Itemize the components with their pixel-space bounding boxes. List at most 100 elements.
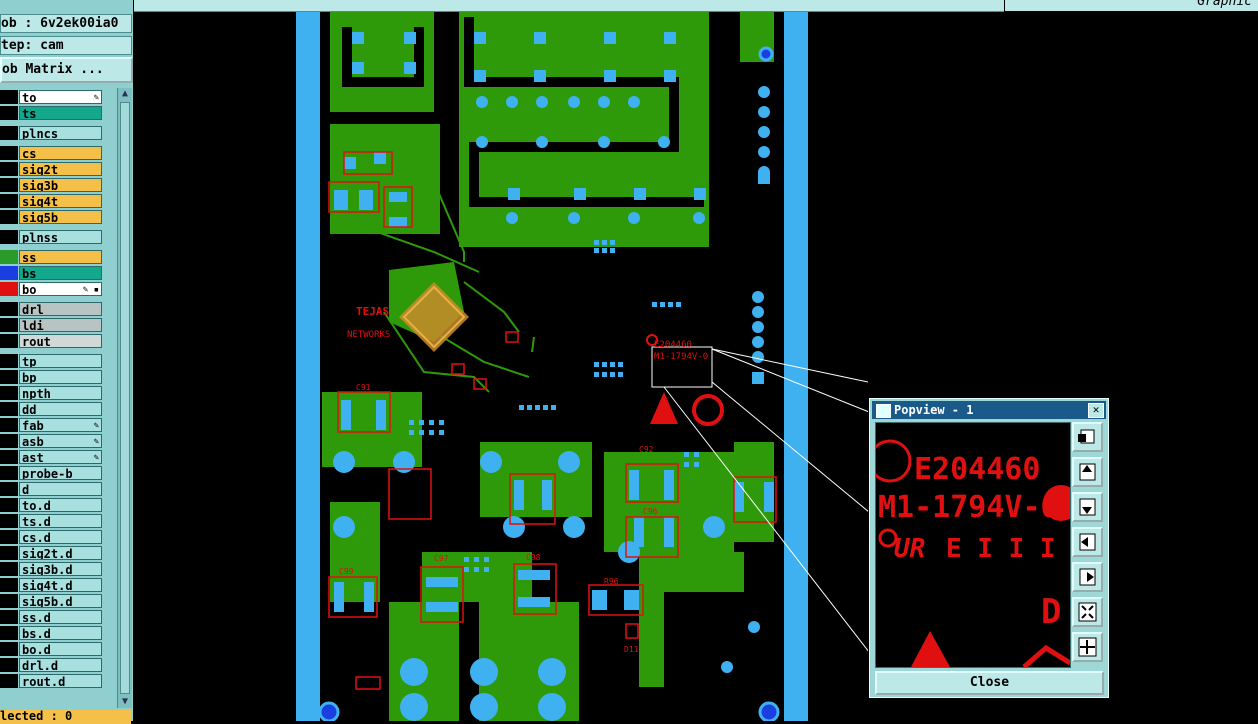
layer-name[interactable]: sig2t xyxy=(19,162,102,176)
pan-left-icon[interactable] xyxy=(1072,527,1103,557)
layer-color-swatch[interactable] xyxy=(0,318,18,332)
layer-color-swatch[interactable] xyxy=(0,546,18,560)
layer-row-plncs[interactable]: plncs xyxy=(0,126,104,140)
layer-row-plnss[interactable]: plnss xyxy=(0,230,104,244)
layer-color-swatch[interactable] xyxy=(0,466,18,480)
scroll-down-icon[interactable]: ▼ xyxy=(119,696,131,708)
layer-name[interactable]: sig3b xyxy=(19,178,102,192)
close-button[interactable]: Close xyxy=(875,671,1104,695)
close-icon[interactable]: ✕ xyxy=(1088,403,1104,418)
layer-name[interactable]: tp xyxy=(19,354,102,368)
layer-row-to-d[interactable]: to.d xyxy=(0,498,104,512)
layer-color-swatch[interactable] xyxy=(0,334,18,348)
layer-row-bs-d[interactable]: bs.d xyxy=(0,626,104,640)
layer-color-swatch[interactable] xyxy=(0,610,18,624)
pan-up-icon[interactable] xyxy=(1072,457,1103,487)
layer-name[interactable]: sig2t.d xyxy=(19,546,102,560)
layer-color-swatch[interactable] xyxy=(0,146,18,160)
layer-color-swatch[interactable] xyxy=(0,434,18,448)
layer-name[interactable]: drl xyxy=(19,302,102,316)
scroll-thumb[interactable] xyxy=(120,102,130,694)
layer-color-swatch[interactable] xyxy=(0,642,18,656)
layer-name[interactable]: sig4t xyxy=(19,194,102,208)
layer-color-swatch[interactable] xyxy=(0,482,18,496)
layer-row-ss[interactable]: ss xyxy=(0,250,104,264)
layer-color-swatch[interactable] xyxy=(0,418,18,432)
layer-row-npth[interactable]: npth xyxy=(0,386,104,400)
layer-color-swatch[interactable] xyxy=(0,106,18,120)
layer-color-swatch[interactable] xyxy=(0,354,18,368)
layer-row-fab[interactable]: fab ✎ xyxy=(0,418,104,432)
layer-color-swatch[interactable] xyxy=(0,90,18,104)
layer-name[interactable]: drl.d xyxy=(19,658,102,672)
layer-row-sig5b-d[interactable]: sig5b.d xyxy=(0,594,104,608)
layer-row-cs[interactable]: cs xyxy=(0,146,104,160)
layer-name[interactable]: ldi xyxy=(19,318,102,332)
layer-row-dd[interactable]: dd xyxy=(0,402,104,416)
layer-name[interactable]: ts.d xyxy=(19,514,102,528)
layer-row-to[interactable]: to ✎ xyxy=(0,90,104,104)
layer-list-scrollbar[interactable]: ▲ ▼ xyxy=(117,88,132,708)
layer-row-sig2t-d[interactable]: sig2t.d xyxy=(0,546,104,560)
pan-right-icon[interactable] xyxy=(1072,562,1103,592)
layer-row-sig5b[interactable]: sig5b xyxy=(0,210,104,224)
layer-color-swatch[interactable] xyxy=(0,126,18,140)
pcb-canvas[interactable]: C91 C92 C96 C97 C98 C99 R96 D11 TEJAS NE… xyxy=(134,12,868,721)
layer-color-swatch[interactable] xyxy=(0,498,18,512)
layer-color-swatch[interactable] xyxy=(0,578,18,592)
layer-row-drl-d[interactable]: drl.d xyxy=(0,658,104,672)
layer-name[interactable]: d xyxy=(19,482,102,496)
layer-name[interactable]: sig4t.d xyxy=(19,578,102,592)
layer-color-swatch[interactable] xyxy=(0,402,18,416)
layer-color-swatch[interactable] xyxy=(0,178,18,192)
layer-row-ts-d[interactable]: ts.d xyxy=(0,514,104,528)
layer-row-ss-d[interactable]: ss.d xyxy=(0,610,104,624)
layer-row-ast[interactable]: ast ✎ xyxy=(0,450,104,464)
layer-name[interactable]: probe-b xyxy=(19,466,102,480)
layer-color-swatch[interactable] xyxy=(0,674,18,688)
layer-color-swatch[interactable] xyxy=(0,530,18,544)
layer-color-swatch[interactable] xyxy=(0,386,18,400)
layer-color-swatch[interactable] xyxy=(0,562,18,576)
layer-name[interactable]: rout.d xyxy=(19,674,102,688)
layer-row-ldi[interactable]: ldi xyxy=(0,318,104,332)
layer-row-sig4t[interactable]: sig4t xyxy=(0,194,104,208)
layer-row-ts[interactable]: ts xyxy=(0,106,104,120)
layer-row-d[interactable]: d xyxy=(0,482,104,496)
layer-row-probe-b[interactable]: probe-b xyxy=(0,466,104,480)
layer-row-drl[interactable]: drl xyxy=(0,302,104,316)
layer-name[interactable]: to.d xyxy=(19,498,102,512)
layer-name[interactable]: to ✎ xyxy=(19,90,102,104)
layer-name[interactable]: rout xyxy=(19,334,102,348)
layer-row-rout[interactable]: rout xyxy=(0,334,104,348)
zoom-in-icon[interactable] xyxy=(1072,632,1103,662)
layer-row-bs[interactable]: bs xyxy=(0,266,104,280)
popview-titlebar[interactable]: Popview - 1 ✕ xyxy=(872,401,1106,419)
layer-color-swatch[interactable] xyxy=(0,282,18,296)
layer-color-swatch[interactable] xyxy=(0,626,18,640)
scroll-up-icon[interactable]: ▲ xyxy=(119,88,131,100)
popview-zoom-view[interactable]: E204460 M1-1794V-0 UR E I I I D xyxy=(875,422,1071,668)
layer-name[interactable]: bs.d xyxy=(19,626,102,640)
layer-name[interactable]: sig3b.d xyxy=(19,562,102,576)
layer-color-swatch[interactable] xyxy=(0,250,18,264)
layer-row-rout-d[interactable]: rout.d xyxy=(0,674,104,688)
layer-color-swatch[interactable] xyxy=(0,210,18,224)
layer-name[interactable]: ss.d xyxy=(19,610,102,624)
layer-color-swatch[interactable] xyxy=(0,370,18,384)
layer-name[interactable]: npth xyxy=(19,386,102,400)
layer-color-swatch[interactable] xyxy=(0,302,18,316)
layer-color-swatch[interactable] xyxy=(0,194,18,208)
layer-name[interactable]: ss xyxy=(19,250,102,264)
zoom-out-icon[interactable] xyxy=(1072,597,1103,627)
job-matrix-button[interactable]: ob Matrix ... xyxy=(0,57,133,83)
layer-name[interactable]: sig5b xyxy=(19,210,102,224)
zoom-fit-icon[interactable] xyxy=(1072,422,1103,452)
layer-name[interactable]: bs xyxy=(19,266,102,280)
layer-color-swatch[interactable] xyxy=(0,658,18,672)
pan-down-icon[interactable] xyxy=(1072,492,1103,522)
layer-name[interactable]: fab ✎ xyxy=(19,418,102,432)
layer-row-bo-d[interactable]: bo.d xyxy=(0,642,104,656)
layer-name[interactable]: ast ✎ xyxy=(19,450,102,464)
layer-row-sig4t-d[interactable]: sig4t.d xyxy=(0,578,104,592)
